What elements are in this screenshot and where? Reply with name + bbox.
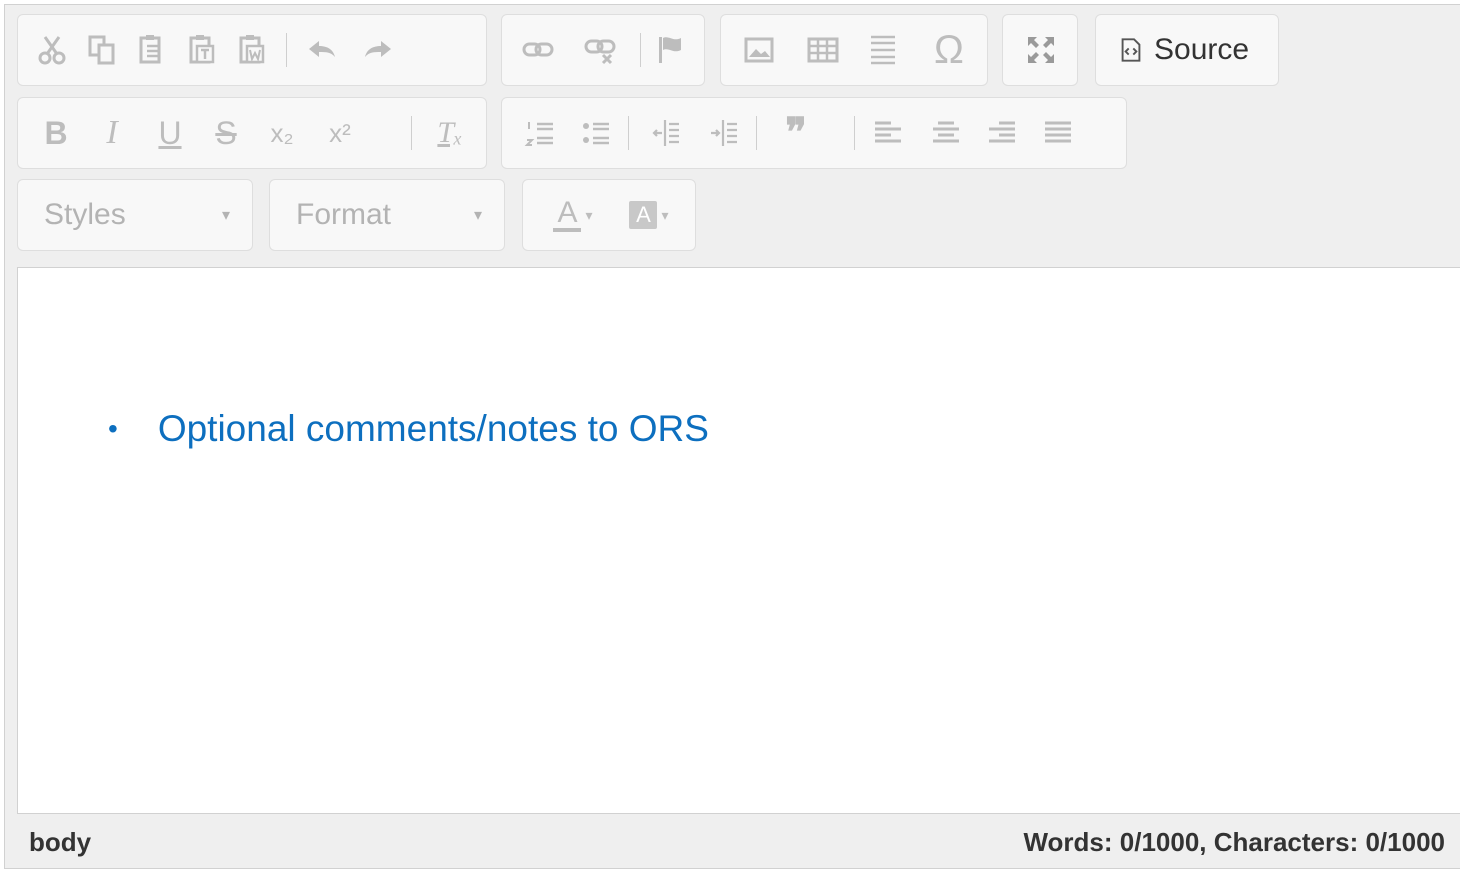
paragraph-group: ❞ [501,97,1127,169]
link-icon[interactable] [516,15,560,85]
insert-group: Ω [720,14,988,86]
word-count: Words: 0/1000, Characters: 0/1000 [1023,826,1445,857]
format-combo-inner: Format ▾ [270,180,504,250]
superscript-button[interactable]: x² [318,98,362,168]
toolbar-separator [411,116,412,150]
source-icon [1121,38,1141,62]
toolbar-separator [628,116,629,150]
align-right-icon[interactable] [980,98,1024,168]
paste-icon[interactable] [130,15,174,85]
toolbar-separator [640,33,641,67]
bullet-dot: • [108,413,118,444]
special-character-icon[interactable]: Ω [927,15,971,85]
list-item: • Optional comments/notes to ORS [108,408,709,450]
paste-word-icon[interactable] [230,15,274,85]
maximize-group [1002,14,1078,86]
text-color-button[interactable]: A ▾ [541,180,605,250]
table-icon[interactable] [801,15,845,85]
editor-toolbar: Ω Source B I U S x₂ x² Tₓ ❞ Styles ▾ For… [5,5,1460,267]
clipboard-group [17,14,487,86]
horizontal-line-icon[interactable] [861,15,905,85]
unlink-icon[interactable] [578,15,622,85]
chevron-down-icon: ▾ [473,207,482,224]
image-icon[interactable] [737,15,781,85]
chevron-down-icon: ▾ [661,207,669,223]
colors-group: A ▾ A ▾ [522,179,696,251]
format-combo[interactable]: Format ▾ [269,179,505,251]
cut-icon[interactable] [30,15,74,85]
editor-statusbar: body Words: 0/1000, Characters: 0/1000 [5,817,1460,867]
background-color-icon: A [629,201,658,229]
align-left-icon[interactable] [866,98,910,168]
remove-format-button[interactable]: Tₓ [428,98,472,168]
outdent-icon[interactable] [644,98,688,168]
strikethrough-button[interactable]: S [204,98,248,168]
copy-icon[interactable] [80,15,124,85]
toolbar-separator [286,33,287,67]
align-center-icon[interactable] [924,98,968,168]
source-button[interactable]: Source [1096,15,1249,85]
element-path[interactable]: body [29,827,91,858]
list-item-text: Optional comments/notes to ORS [157,408,709,449]
text-color-icon: A [553,198,582,232]
redo-icon[interactable] [356,15,400,85]
bold-button[interactable]: B [34,98,78,168]
bulleted-list-icon[interactable] [574,98,618,168]
indent-icon[interactable] [702,98,746,168]
content-bullet-list: • Optional comments/notes to ORS [108,408,709,450]
paste-text-icon[interactable] [180,15,224,85]
blockquote-icon[interactable]: ❞ [774,98,818,168]
anchor-flag-icon[interactable] [648,15,692,85]
maximize-icon[interactable] [1019,15,1063,85]
rich-text-editor: Ω Source B I U S x₂ x² Tₓ ❞ Styles ▾ For… [4,4,1460,869]
styles-combo[interactable]: Styles ▾ [17,179,253,251]
editor-content-area[interactable]: • Optional comments/notes to ORS [17,267,1460,814]
subscript-button[interactable]: x₂ [260,98,304,168]
styles-combo-inner: Styles ▾ [18,180,252,250]
background-color-button[interactable]: A ▾ [617,180,681,250]
chevron-down-icon: ▾ [221,207,230,224]
links-group [501,14,705,86]
toolbar-separator [756,116,757,150]
chevron-down-icon: ▾ [585,207,593,223]
toolbar-separator [854,116,855,150]
underline-button[interactable]: U [148,98,192,168]
basicstyles-group: B I U S x₂ x² Tₓ [17,97,487,169]
numbered-list-icon[interactable] [518,98,562,168]
undo-icon[interactable] [300,15,344,85]
justify-icon[interactable] [1036,98,1080,168]
format-label: Format [296,198,392,231]
styles-label: Styles [44,198,126,231]
italic-button[interactable]: I [90,98,134,168]
source-group: Source [1095,14,1279,86]
source-label: Source [1154,33,1250,66]
